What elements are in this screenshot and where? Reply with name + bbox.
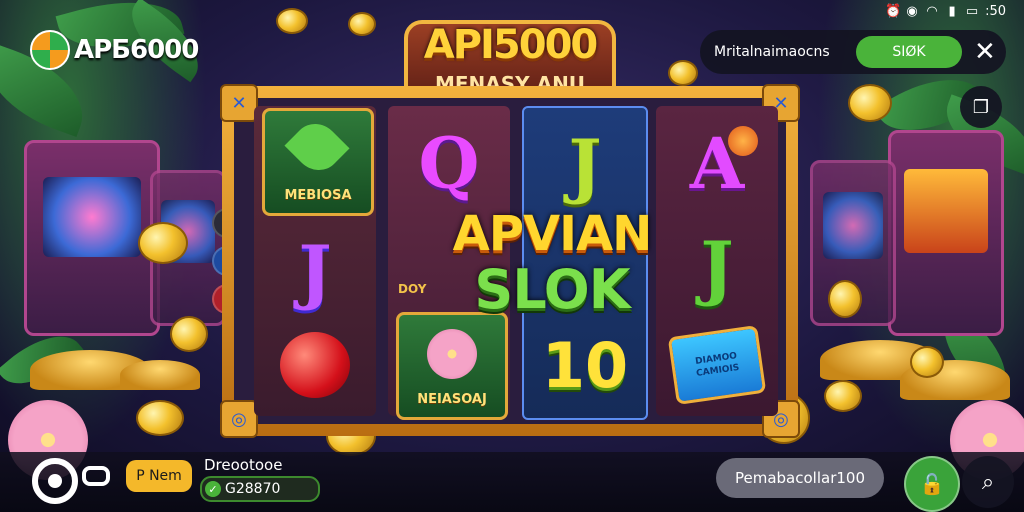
tile-label: NEIASOAJ xyxy=(417,392,487,407)
symbol-j: J xyxy=(568,123,602,207)
game-title: API5000 xyxy=(423,22,598,68)
gold-coin xyxy=(136,400,184,436)
status-time: :50 xyxy=(985,4,1006,19)
player-name: Dreootooe xyxy=(204,456,283,474)
apple-icon xyxy=(280,332,350,398)
balance-display: ✓ G28870 xyxy=(200,476,320,502)
gold-coin xyxy=(824,380,862,412)
notification-text: Mritalnaimaocns xyxy=(714,44,830,60)
symbol-apple xyxy=(264,318,366,412)
notification-action-button[interactable]: SIØK xyxy=(856,36,962,68)
nfc-icon: ◉ xyxy=(906,4,918,19)
symbol-j: J xyxy=(298,229,332,313)
gold-coin xyxy=(828,280,862,318)
arcade-machine-right xyxy=(888,130,1004,336)
notification-banner: Mritalnaimaocns SIØK ✕ xyxy=(700,30,1006,74)
symbol-ten: 10 xyxy=(541,328,629,402)
corner-ornament-icon: ◎ xyxy=(220,400,258,438)
close-icon[interactable]: ✕ xyxy=(974,39,996,65)
coin-pile xyxy=(120,360,200,390)
orange-icon xyxy=(728,126,758,156)
reel-1: MEBIOSA J xyxy=(254,106,376,416)
alarm-icon: ⏰ xyxy=(885,4,902,19)
menu-button[interactable]: P Nem xyxy=(126,460,192,492)
gold-coin xyxy=(276,8,308,34)
slot-machine-frame: ✕ ✕ ◎ ◎ MEBIOSA J Q NEIASOAJ J 10 A J DI… xyxy=(220,84,800,438)
flower-symbol-tile: NEIASOAJ xyxy=(396,312,508,420)
gold-coin xyxy=(910,346,944,378)
battery-icon: ▭ xyxy=(965,4,979,19)
ticket-icon: DIAMOO CAMIOIS xyxy=(667,325,767,405)
symbol-ticket: DIAMOO CAMIOIS xyxy=(666,318,768,412)
search-pill-button[interactable]: Pemabacollar100 xyxy=(716,458,884,498)
center-title-line1: APVIAN xyxy=(452,206,653,262)
brand-logo[interactable]: APБ6000 xyxy=(30,30,199,70)
gold-coin xyxy=(170,316,208,352)
copy-icon[interactable]: ❐ xyxy=(960,86,1002,128)
flower-icon xyxy=(427,329,477,379)
toggle-icon[interactable] xyxy=(82,466,110,486)
balance-value: G28870 xyxy=(225,481,281,497)
lock-icon[interactable]: 🔓 xyxy=(904,456,960,512)
symbol-q: Q xyxy=(418,121,480,205)
tile-label: MEBIOSA xyxy=(284,188,352,203)
status-bar: ⏰ ◉ ◠ ▮ ▭ :50 xyxy=(885,4,1006,19)
gold-coin xyxy=(668,60,698,86)
check-icon: ✓ xyxy=(205,481,221,497)
wifi-icon: ◠ xyxy=(926,4,938,19)
leaf-symbol-tile: MEBIOSA xyxy=(262,108,374,216)
leaf-logo-icon xyxy=(30,30,70,70)
center-title-line2: SLOK xyxy=(474,258,630,321)
signal-icon: ▮ xyxy=(948,4,956,19)
brand-name: APБ6000 xyxy=(74,35,199,65)
corner-ornament-icon: ✕ xyxy=(220,84,258,122)
symbol-a: A xyxy=(666,116,768,210)
home-icon[interactable] xyxy=(32,458,78,504)
search-icon[interactable]: ⌕ xyxy=(962,456,1014,508)
leaf-icon xyxy=(284,114,350,180)
gold-coin xyxy=(848,84,892,122)
gold-coin xyxy=(138,222,188,264)
center-game-title: APVIAN SLOK xyxy=(402,206,702,318)
gold-coin xyxy=(348,12,376,36)
